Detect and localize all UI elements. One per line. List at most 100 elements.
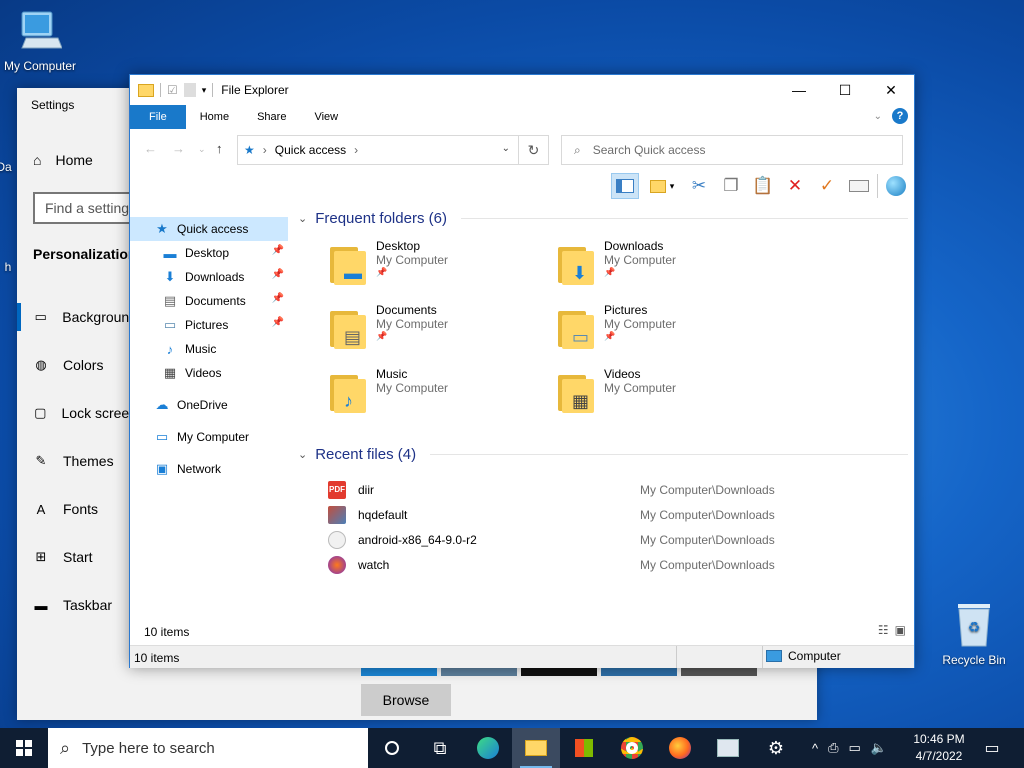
list-item[interactable]: watch My Computer\Downloads — [328, 552, 908, 577]
folder-tile-downloads[interactable]: ⬇ Downloads My Computer 📌 — [558, 239, 786, 303]
recent-files-header[interactable]: ⌄ Recent files (4) — [296, 441, 908, 467]
close-icon[interactable]: ✕ — [868, 75, 914, 105]
printer-icon[interactable]: ⎙ — [828, 740, 838, 756]
pin-icon[interactable]: 📌 — [272, 269, 284, 280]
title-bar: ☑ ▾ File Explorer — ☐ ✕ — [130, 75, 914, 105]
pin-icon[interactable]: 📌 — [272, 293, 284, 304]
folder-tile-documents[interactable]: ▤ Documents My Computer 📌 — [330, 303, 558, 367]
nav-label: Desktop — [185, 246, 230, 260]
network-status-icon[interactable]: ▭ — [849, 740, 861, 756]
chevron-down-icon[interactable]: ⌄ — [298, 448, 307, 461]
file-name: watch — [358, 557, 390, 572]
taskbar-search[interactable]: ⌕ Type here to search — [48, 728, 368, 768]
settings-icon[interactable]: ⚙ — [752, 728, 800, 768]
nav-network[interactable]: ▣ Network — [130, 457, 288, 481]
nav-music[interactable]: ♪ Music — [130, 337, 288, 361]
pin-icon: 📌 — [376, 267, 388, 277]
start-button[interactable] — [0, 728, 48, 768]
firefox-icon[interactable] — [656, 728, 704, 768]
delete-icon[interactable]: ✕ — [781, 173, 809, 199]
back-icon[interactable]: ← — [144, 141, 157, 156]
volume-icon[interactable]: 🔈 — [871, 740, 887, 756]
desktop-icon-recycle-bin[interactable]: ♻ Recycle Bin — [932, 602, 1016, 667]
properties-icon[interactable]: ☑ — [167, 83, 178, 97]
task-view-icon[interactable]: ⧉ — [416, 728, 464, 768]
pin-icon[interactable]: 📌 — [272, 317, 284, 328]
tab-view[interactable]: View — [300, 105, 352, 129]
address-bar[interactable]: ★ › Quick access › ⌄ — [237, 135, 519, 165]
folder-tile-music[interactable]: ♪ Music My Computer — [330, 367, 558, 431]
pin-icon[interactable]: 📌 — [272, 245, 284, 256]
frequent-folders-header[interactable]: ⌄ Frequent folders (6) — [296, 205, 908, 231]
cut-icon[interactable]: ✂ — [685, 173, 713, 199]
new-item-icon[interactable]: ▾ — [643, 173, 681, 199]
help-icon[interactable]: ? — [892, 108, 908, 124]
search-input[interactable]: ⌕ Search Quick access — [561, 135, 903, 165]
list-item[interactable]: android-x86_64-9.0-r2 My Computer\Downlo… — [328, 527, 908, 552]
search-icon: ⌕ — [574, 142, 581, 157]
settings-nav-taskbar[interactable]: ▬ Taskbar — [17, 581, 137, 629]
network-globe-icon[interactable] — [882, 173, 910, 199]
nav-documents[interactable]: ▤ Documents 📌 — [130, 289, 288, 313]
edge-icon[interactable] — [464, 728, 512, 768]
tab-share[interactable]: Share — [243, 105, 300, 129]
nav-quick-access[interactable]: ★ Quick access — [130, 217, 288, 241]
cortana-icon[interactable] — [368, 728, 416, 768]
nav-desktop[interactable]: ▬ Desktop 📌 — [130, 241, 288, 265]
settings-nav-background[interactable]: ▭ Background — [17, 293, 137, 341]
settings-home-link[interactable]: ⌂ Home — [33, 152, 93, 168]
folder-tile-pictures[interactable]: ▭ Pictures My Computer 📌 — [558, 303, 786, 367]
settings-nav-lock-screen[interactable]: ▢ Lock screen — [17, 389, 137, 437]
chevron-down-icon[interactable]: ⌄ — [298, 212, 307, 225]
large-icons-view-icon[interactable]: ▣ — [895, 623, 906, 637]
recent-locations-icon[interactable]: ⌄ — [198, 144, 206, 155]
expand-ribbon-icon[interactable]: ⌄ — [874, 111, 882, 122]
settings-nav-fonts[interactable]: A Fonts — [17, 485, 137, 533]
paste-icon[interactable]: 📋 — [749, 173, 777, 199]
forward-icon[interactable]: → — [172, 141, 185, 156]
copy-icon[interactable]: ❐ — [717, 173, 745, 199]
file-location: My Computer\Downloads — [640, 482, 775, 497]
browse-button[interactable]: Browse — [361, 684, 451, 716]
list-item[interactable]: PDF diir My Computer\Downloads — [328, 477, 908, 502]
maximize-icon[interactable]: ☐ — [822, 75, 868, 105]
nav-onedrive[interactable]: ☁ OneDrive — [130, 393, 288, 417]
status-location-label: Computer — [788, 649, 841, 663]
breadcrumb-chevron-icon[interactable]: › — [354, 143, 358, 157]
nav-downloads[interactable]: ⬇ Downloads 📌 — [130, 265, 288, 289]
app-icon[interactable] — [704, 728, 752, 768]
computer-icon — [21, 11, 63, 49]
folder-tile-desktop[interactable]: ▬ Desktop My Computer 📌 — [330, 239, 558, 303]
desktop-icon-my-computer[interactable]: My Computer — [0, 8, 82, 73]
folder-tile-videos[interactable]: ▦ Videos My Computer — [558, 367, 786, 431]
nav-videos[interactable]: ▦ Videos — [130, 361, 288, 385]
list-item[interactable]: hqdefault My Computer\Downloads — [328, 502, 908, 527]
preview-pane-icon[interactable] — [611, 173, 639, 199]
breadcrumb-quick-access[interactable]: Quick access — [275, 143, 346, 157]
refresh-icon[interactable]: ↻ — [519, 135, 549, 165]
tab-file[interactable]: File — [130, 105, 186, 129]
chrome-icon[interactable] — [608, 728, 656, 768]
nav-pictures[interactable]: ▭ Pictures 📌 — [130, 313, 288, 337]
settings-nav-themes[interactable]: ✎ Themes — [17, 437, 137, 485]
checkmark-icon[interactable]: ✓ — [813, 173, 841, 199]
store-icon[interactable] — [560, 728, 608, 768]
up-icon[interactable]: ↑ — [216, 141, 223, 156]
rename-icon[interactable] — [845, 173, 873, 199]
clock[interactable]: 10:46 PM 4/7/2022 — [908, 731, 970, 765]
chevron-up-icon[interactable]: ^ — [812, 741, 818, 756]
file-explorer-icon[interactable] — [512, 728, 560, 768]
breadcrumb-chevron-icon[interactable]: › — [263, 143, 267, 157]
new-folder-icon[interactable] — [183, 83, 196, 97]
nav-my-computer[interactable]: ▭ My Computer — [130, 425, 288, 449]
settings-home-label: Home — [55, 152, 93, 168]
notification-icon[interactable]: ▭ — [976, 728, 1008, 768]
customize-toolbar-icon[interactable]: ▾ — [202, 85, 207, 96]
address-dropdown-icon[interactable]: ⌄ — [502, 143, 510, 154]
settings-nav-start[interactable]: ⊞ Start — [17, 533, 137, 581]
settings-nav-colors[interactable]: ◍ Colors — [17, 341, 137, 389]
folder-name: Videos — [604, 367, 641, 381]
tab-home[interactable]: Home — [186, 105, 243, 129]
minimize-icon[interactable]: — — [776, 75, 822, 105]
details-view-icon[interactable]: ☷ — [878, 623, 889, 637]
